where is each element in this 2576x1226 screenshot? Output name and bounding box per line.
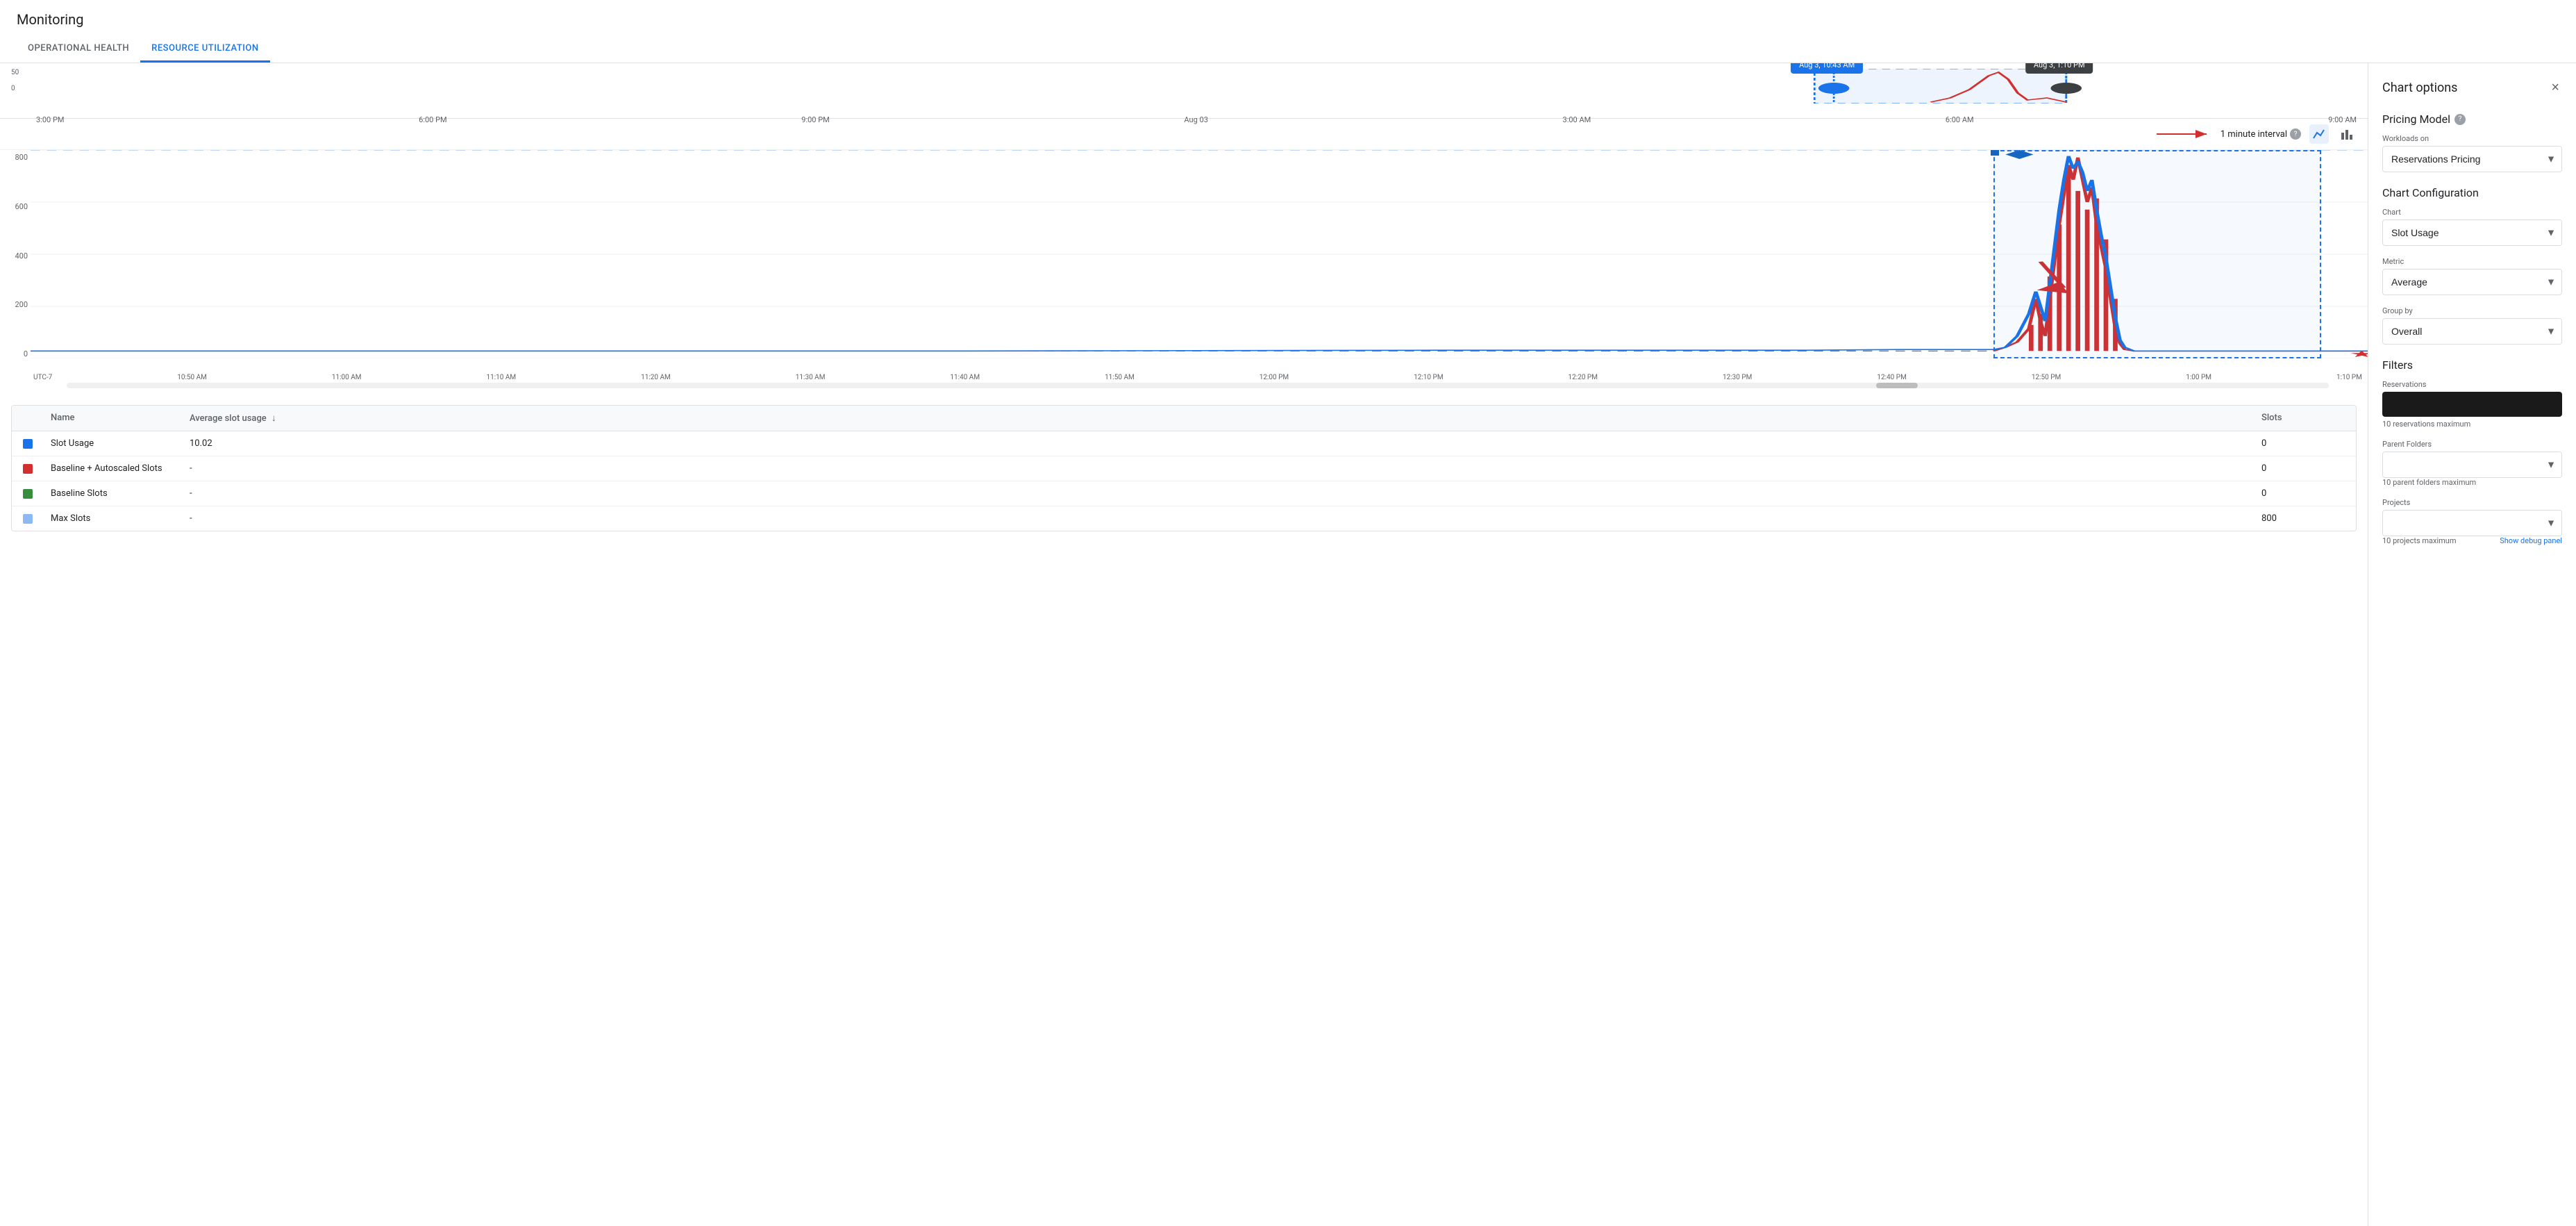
close-button[interactable]: × — [2548, 77, 2562, 99]
color-swatch-green — [23, 489, 33, 499]
groupby-select[interactable]: OverallProjectReservation — [2383, 319, 2561, 344]
color-swatch-blue — [23, 439, 33, 449]
bar-chart-btn[interactable] — [2337, 124, 2357, 144]
y-axis: 800 600 400 200 0 — [0, 150, 31, 372]
reservations-group: Reservations 10 reservations maximum — [2382, 380, 2562, 429]
main-layout: 50 0 — [0, 63, 2576, 1226]
projects-select-wrapper: ▼ — [2382, 510, 2562, 536]
chart-config-title: Chart Configuration — [2382, 186, 2562, 199]
tab-operational-health[interactable]: OPERATIONAL HEALTH — [17, 36, 140, 63]
pricing-section: Pricing Model ? Workloads on Reservation… — [2382, 113, 2562, 172]
tooltip-start: Aug 3, 10:43 AM — [1791, 63, 1863, 74]
chart-label: Chart — [2382, 208, 2562, 217]
bar-chart-icon — [2340, 127, 2354, 141]
color-swatch-blue-light — [23, 514, 33, 524]
app-title: Monitoring — [17, 11, 2559, 28]
pricing-help-icon[interactable]: ? — [2454, 114, 2466, 125]
tab-bar: OPERATIONAL HEALTH RESOURCE UTILIZATION — [17, 36, 2559, 63]
projects-label: Projects — [2382, 498, 2562, 507]
interval-help-icon[interactable]: ? — [2290, 129, 2301, 140]
chart-scrollbar[interactable] — [0, 383, 2368, 394]
parent-folders-label: Parent Folders — [2382, 440, 2562, 449]
svg-text:★: ★ — [2349, 349, 2368, 358]
reservations-hint: 10 reservations maximum — [2382, 420, 2562, 429]
mini-y-axis: 50 0 — [11, 69, 19, 92]
chart-select[interactable]: Slot UsageJob ConcurrencyJob Count — [2383, 220, 2561, 245]
projects-group: Projects ▼ 10 projects maximum Show debu… — [2382, 498, 2562, 545]
pricing-title: Pricing Model ? — [2382, 113, 2562, 126]
table-row: Slot Usage 10.02 0 — [12, 431, 2356, 456]
groupby-label: Group by — [2382, 306, 2562, 315]
projects-hint-row: 10 projects maximum Show debug panel — [2382, 536, 2562, 545]
filters-title: Filters — [2382, 358, 2562, 372]
filters-section: Filters Reservations 10 reservations max… — [2382, 358, 2562, 545]
main-chart-container: 800 600 400 200 0 — [0, 150, 2368, 394]
tab-resource-utilization[interactable]: RESOURCE UTILIZATION — [140, 36, 269, 63]
groupby-select-wrapper: OverallProjectReservation ▼ — [2382, 318, 2562, 345]
table-row: Baseline Slots - 0 — [12, 481, 2356, 506]
interval-label: 1 minute interval ? — [2220, 129, 2301, 140]
x-axis-labels: UTC-7 10:50 AM 11:00 AM 11:10 AM 11:20 A… — [0, 372, 2368, 383]
data-table: Name Average slot usage ↓ Slots Slot Usa… — [11, 405, 2357, 531]
table-row: Baseline + Autoscaled Slots - 0 — [12, 456, 2356, 481]
arrow-indicator — [2157, 126, 2212, 142]
groupby-group: Group by OverallProjectReservation ▼ — [2382, 306, 2562, 345]
chart-area: 50 0 — [0, 63, 2368, 1226]
parent-folders-select-wrapper: ▼ — [2382, 452, 2562, 478]
workloads-label: Workloads on — [2382, 134, 2562, 143]
projects-select[interactable] — [2383, 511, 2561, 536]
panel-title: Chart options — [2382, 81, 2457, 95]
panel-header: Chart options × — [2382, 77, 2562, 99]
metric-select[interactable]: AverageMaxMin — [2383, 270, 2561, 295]
chart-config-section: Chart Configuration Chart Slot UsageJob … — [2382, 186, 2562, 345]
side-panel: Chart options × Pricing Model ? Workload… — [2368, 63, 2576, 1226]
parent-folders-hint: 10 parent folders maximum — [2382, 478, 2562, 487]
debug-panel-link[interactable]: Show debug panel — [2500, 536, 2562, 545]
metric-group: Metric AverageMaxMin ▼ — [2382, 257, 2562, 295]
main-chart-svg: ★ — [31, 150, 2368, 358]
line-chart-icon — [2312, 127, 2326, 141]
line-chart-btn[interactable] — [2309, 124, 2329, 144]
color-swatch-red — [23, 464, 33, 474]
tooltip-end: Aug 3, 1:10 PM — [2025, 63, 2093, 74]
sort-icon[interactable]: ↓ — [271, 413, 276, 424]
chart-select-wrapper: Slot UsageJob ConcurrencyJob Count ▼ — [2382, 219, 2562, 246]
metric-label: Metric — [2382, 257, 2562, 266]
main-chart-svg-container: 800 600 400 200 0 — [0, 150, 2368, 372]
mini-chart-svg — [33, 69, 2357, 103]
workloads-select[interactable]: Reservations PricingOn-demand Pricing — [2383, 147, 2561, 172]
chart-group: Chart Slot UsageJob ConcurrencyJob Count… — [2382, 208, 2562, 246]
table-header: Name Average slot usage ↓ Slots — [12, 406, 2356, 431]
workloads-group: Workloads on Reservations PricingOn-dema… — [2382, 134, 2562, 172]
mini-chart: 50 0 — [0, 63, 2368, 119]
reservations-input[interactable] — [2382, 392, 2562, 417]
parent-folders-group: Parent Folders ▼ 10 parent folders maxim… — [2382, 440, 2562, 487]
metric-select-wrapper: AverageMaxMin ▼ — [2382, 269, 2562, 295]
reservations-label: Reservations — [2382, 380, 2562, 389]
table-row: Max Slots - 800 — [12, 506, 2356, 531]
app-header: Monitoring OPERATIONAL HEALTH RESOURCE U… — [0, 0, 2576, 63]
workloads-select-wrapper: Reservations PricingOn-demand Pricing ▼ — [2382, 146, 2562, 172]
parent-folders-select[interactable] — [2383, 452, 2561, 477]
mini-x-labels: 3:00 PM 6:00 PM 9:00 PM Aug 03 3:00 AM 6… — [36, 115, 2357, 124]
